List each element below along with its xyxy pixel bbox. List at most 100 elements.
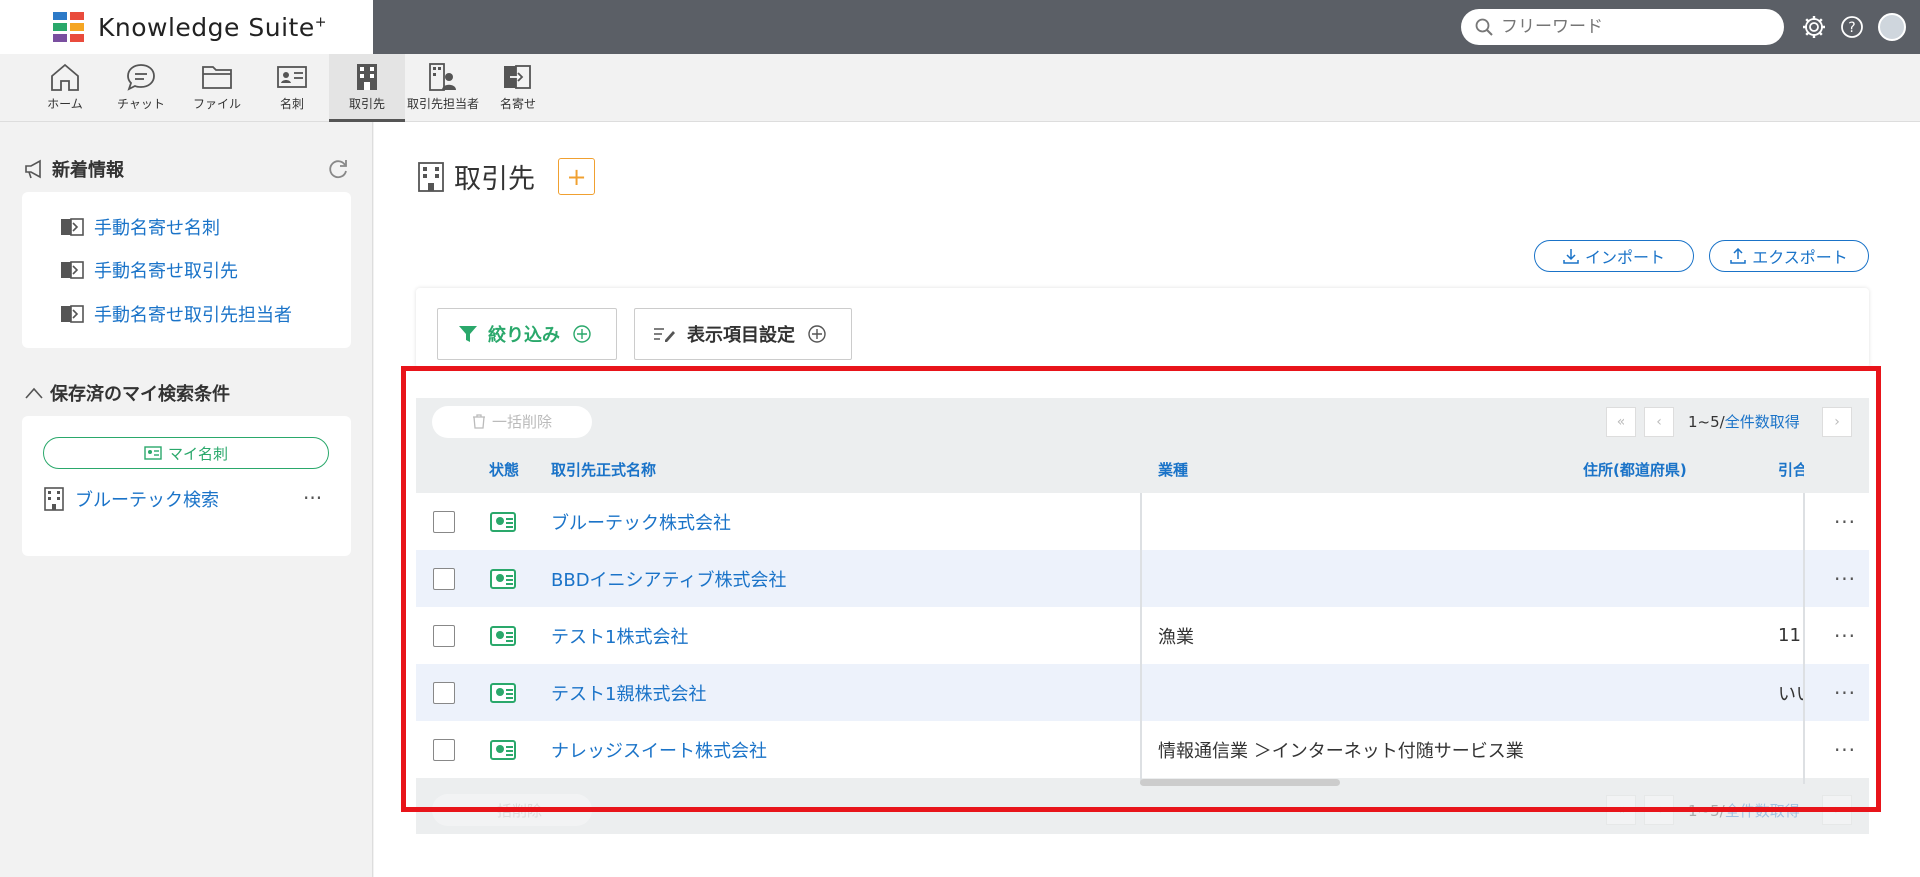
account-name-link[interactable]: テスト1親株式会社 xyxy=(551,680,706,706)
col-inquiry[interactable]: 引合 xyxy=(1778,445,1804,493)
nav-item-accounts[interactable]: 取引先 xyxy=(329,54,405,122)
fetch-total-link[interactable]: 全件数取得 xyxy=(1725,413,1800,431)
business-card-icon xyxy=(144,446,162,460)
business-card-status-icon xyxy=(490,739,516,760)
search-input[interactable] xyxy=(1501,17,1761,37)
account-name-link[interactable]: BBDイニシアティブ株式会社 xyxy=(551,566,786,592)
nav-item-home[interactable]: ホーム xyxy=(27,54,103,122)
page-title: 取引先 xyxy=(416,157,535,196)
row-more-button[interactable]: ··· xyxy=(1824,567,1866,591)
prev-page-button[interactable]: ‹ xyxy=(1644,795,1674,825)
building-icon xyxy=(44,487,64,511)
help-icon[interactable]: ? xyxy=(1838,13,1866,41)
filter-button[interactable]: 絞り込み xyxy=(437,308,617,360)
refresh-icon[interactable] xyxy=(327,158,349,180)
import-button[interactable]: インポート xyxy=(1534,240,1694,272)
plus-circle-icon xyxy=(573,325,591,343)
chat-icon xyxy=(127,64,155,91)
table-row[interactable]: ブルーテック株式会社 ··· xyxy=(416,493,1869,550)
news-link-card[interactable]: 手動名寄せ名刺 xyxy=(60,214,220,240)
nav-label: 名寄せ xyxy=(499,97,536,111)
brand-logo-icon xyxy=(53,12,84,42)
table-toolbar-top: 一括削除 « ‹ 1~5/全件数取得 › xyxy=(416,398,1869,445)
upload-icon xyxy=(1730,248,1746,264)
col-status[interactable]: 状態 xyxy=(489,445,519,493)
building-icon xyxy=(418,161,444,192)
user-avatar[interactable] xyxy=(1878,13,1906,41)
horizontal-scrollbar[interactable] xyxy=(1140,779,1340,786)
table-header: 状態 取引先正式名称 業種 住所(都道府県) 引合 xyxy=(416,445,1869,493)
news-link-contact[interactable]: 手動名寄せ取引先担当者 xyxy=(60,301,292,327)
table-row[interactable]: BBDイニシアティブ株式会社 ··· xyxy=(416,550,1869,607)
merge-icon xyxy=(504,65,531,89)
nav-item-contacts[interactable]: 取引先担当者 xyxy=(405,54,481,122)
col-prefecture[interactable]: 住所(都道府県) xyxy=(1583,445,1687,493)
folder-icon xyxy=(202,66,232,89)
table-row[interactable]: テスト1株式会社 漁業 11 ··· xyxy=(416,607,1869,664)
merge-icon xyxy=(61,261,84,279)
nav-item-merge[interactable]: 名寄せ xyxy=(480,54,556,122)
trash-icon xyxy=(472,414,485,429)
first-page-button[interactable]: « xyxy=(1606,795,1636,825)
nav-item-file[interactable]: ファイル xyxy=(179,54,255,122)
add-account-button[interactable]: + xyxy=(558,158,595,195)
nav-item-chat[interactable]: チャット xyxy=(103,54,179,122)
row-checkbox[interactable] xyxy=(433,738,455,761)
business-card-status-icon xyxy=(490,682,516,703)
news-link-account[interactable]: 手動名寄せ取引先 xyxy=(60,257,238,283)
nav-label: 取引先 xyxy=(348,97,385,111)
business-card-status-icon xyxy=(490,511,516,532)
accounts-table: 一括削除 « ‹ 1~5/全件数取得 › 状態 取引先正式名称 業種 住所(都道… xyxy=(416,398,1869,834)
edit-list-icon xyxy=(654,328,675,342)
nav-label: 取引先担当者 xyxy=(406,97,479,111)
row-more-button[interactable]: ··· xyxy=(1824,681,1866,705)
pager-info: 1~5/全件数取得 xyxy=(1688,802,1800,820)
table-row[interactable]: ナレッジスイート株式会社 情報通信業 ＞インターネット付随サービス業 ··· xyxy=(416,721,1869,778)
first-page-button[interactable]: « xyxy=(1606,406,1636,437)
business-card-icon xyxy=(277,66,307,88)
chevron-up-icon xyxy=(25,387,43,399)
saved-search-more-button[interactable]: ··· xyxy=(303,486,322,510)
row-checkbox[interactable] xyxy=(433,624,455,647)
row-more-button[interactable]: ··· xyxy=(1824,738,1866,762)
building-person-icon xyxy=(429,63,456,91)
nav-label: 名刺 xyxy=(279,97,304,111)
account-name-link[interactable]: ナレッジスイート株式会社 xyxy=(551,737,767,763)
column-settings-button[interactable]: 表示項目設定 xyxy=(634,308,852,360)
row-checkbox[interactable] xyxy=(433,681,455,704)
gear-icon[interactable] xyxy=(1800,13,1828,41)
building-icon xyxy=(357,64,377,90)
brand[interactable]: Knowledge Suite+ xyxy=(0,0,373,54)
plus-circle-icon xyxy=(808,325,826,343)
search-box[interactable] xyxy=(1461,9,1784,45)
row-checkbox[interactable] xyxy=(433,567,455,590)
next-page-button[interactable]: › xyxy=(1822,406,1852,437)
row-more-button[interactable]: ··· xyxy=(1824,510,1866,534)
merge-icon xyxy=(61,305,84,323)
export-button[interactable]: エクスポート xyxy=(1709,240,1869,272)
main-nav: ホーム チャット ファイル 名刺 取引先 取引先担当者 名寄せ xyxy=(0,54,1920,122)
nav-label: ファイル xyxy=(192,97,241,111)
my-card-button[interactable]: マイ名刺 xyxy=(43,437,329,469)
saved-search-item[interactable]: ブルーテック検索 xyxy=(43,486,219,512)
megaphone-icon xyxy=(25,159,41,179)
table-toolbar-bottom: 一括削除 « ‹ 1~5/全件数取得 › xyxy=(416,786,1869,834)
prev-page-button[interactable]: ‹ xyxy=(1644,406,1674,437)
pager-info: 1~5/全件数取得 xyxy=(1688,413,1800,431)
next-page-button[interactable]: › xyxy=(1822,795,1852,825)
nav-item-business-card[interactable]: 名刺 xyxy=(254,54,330,122)
row-more-button[interactable]: ··· xyxy=(1824,624,1866,648)
col-industry[interactable]: 業種 xyxy=(1158,445,1188,493)
bulk-delete-button[interactable]: 一括削除 xyxy=(432,794,592,826)
col-name[interactable]: 取引先正式名称 xyxy=(551,445,656,493)
merge-icon xyxy=(61,218,84,236)
row-checkbox[interactable] xyxy=(433,510,455,533)
saved-search-heading[interactable]: 保存済のマイ検索条件 xyxy=(24,380,230,406)
fetch-total-link[interactable]: 全件数取得 xyxy=(1725,802,1800,820)
bulk-delete-button[interactable]: 一括削除 xyxy=(432,405,592,438)
table-row[interactable]: テスト1親株式会社 いい ··· xyxy=(416,664,1869,721)
search-icon xyxy=(1475,18,1493,36)
account-name-link[interactable]: ブルーテック株式会社 xyxy=(551,509,731,535)
sidebar: 新着情報 手動名寄せ名刺 手動名寄せ取引先 手動名寄せ取引先担当者 保存済のマイ… xyxy=(0,122,373,877)
account-name-link[interactable]: テスト1株式会社 xyxy=(551,623,688,649)
